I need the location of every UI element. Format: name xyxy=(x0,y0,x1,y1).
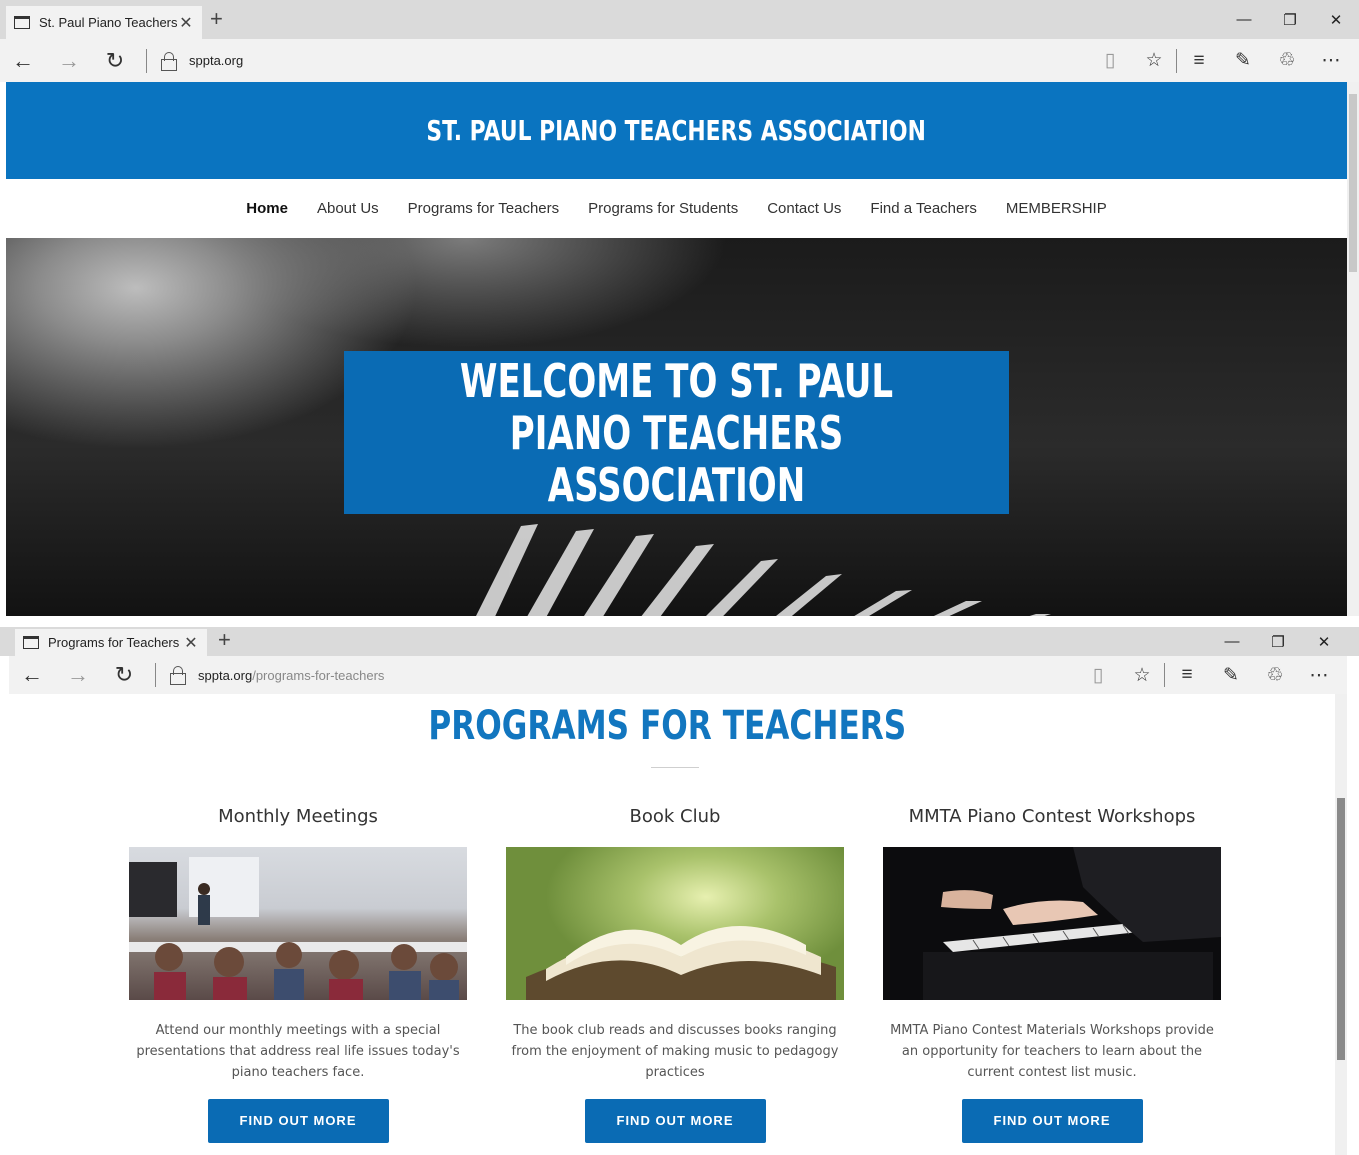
url-path: /programs-for-teachers xyxy=(252,667,385,683)
scrollbar-thumb[interactable] xyxy=(1337,798,1345,1060)
welcome-banner: WELCOME TO ST. PAUL PIANO TEACHERS ASSOC… xyxy=(344,351,1009,514)
close-window-icon[interactable]: ✕ xyxy=(1301,627,1347,656)
browser-tab[interactable]: St. Paul Piano Teachers , ✕ xyxy=(6,6,202,39)
more-icon[interactable]: ⋯ xyxy=(1297,664,1341,687)
nav-item-membership[interactable]: MEMBERSHIP xyxy=(1006,200,1107,217)
meeting-photo xyxy=(129,847,467,1000)
card-description: Attend our monthly meetings with a speci… xyxy=(136,1023,460,1080)
card-title: MMTA Piano Contest Workshops xyxy=(908,806,1196,827)
close-window-icon[interactable]: ✕ xyxy=(1313,0,1359,39)
scrollbar[interactable] xyxy=(1347,82,1359,616)
site-header: ST. PAUL PIANO TEACHERS ASSOCIATION xyxy=(6,82,1347,179)
card-title: Book Club xyxy=(629,806,721,827)
hub-icon[interactable]: ≡ xyxy=(1177,50,1221,72)
piano-hands-illustration xyxy=(923,847,1221,1000)
meeting-illustration xyxy=(129,857,467,1000)
program-card: Monthly Meetings Attend our monthly meet… xyxy=(129,804,467,1143)
tab-title: Programs for Teachers | xyxy=(48,635,183,650)
lock-icon xyxy=(161,51,177,71)
piano-hands-photo xyxy=(883,847,1221,1000)
minimize-icon[interactable]: — xyxy=(1209,627,1255,656)
share-icon[interactable]: ♲ xyxy=(1253,664,1297,687)
programs-page: PROGRAMS FOR TEACHERS Monthly Meetings A… xyxy=(0,694,1335,1155)
restore-icon[interactable]: ❐ xyxy=(1267,0,1313,39)
hero-title: WELCOME TO ST. PAUL PIANO TEACHERS ASSOC… xyxy=(459,353,894,512)
nav-item-home[interactable]: Home xyxy=(246,200,288,217)
nav-item-programs-for-teachers[interactable]: Programs for Teachers xyxy=(408,200,559,217)
program-card: MMTA Piano Contest Workshops MMTA Piano … xyxy=(883,804,1221,1143)
url-field[interactable]: sppta.org/programs-for-teachers xyxy=(198,668,1076,683)
browser-tab[interactable]: Programs for Teachers | ✕ xyxy=(15,629,207,656)
forward-arrow-icon[interactable]: → xyxy=(46,48,92,74)
window-controls: — ❐ ✕ xyxy=(1209,627,1347,656)
reading-view-icon[interactable]: ▯ xyxy=(1088,49,1132,72)
hub-icon[interactable]: ≡ xyxy=(1165,664,1209,686)
toolbar: ▯ ☆ ≡ ✎ ♲ ⋯ xyxy=(1088,48,1353,73)
forward-arrow-icon[interactable]: → xyxy=(55,662,101,688)
url-field[interactable]: sppta.org xyxy=(189,53,1088,68)
main-navigation: Home About Us Programs for Teachers Prog… xyxy=(6,179,1347,238)
section-title: PROGRAMS FOR TEACHERS xyxy=(0,703,1335,749)
restore-icon[interactable]: ❐ xyxy=(1255,627,1301,656)
new-tab-icon[interactable]: + xyxy=(210,8,223,30)
url-domain: sppta.org xyxy=(189,53,244,68)
back-arrow-icon[interactable]: ← xyxy=(9,662,55,688)
star-icon[interactable]: ☆ xyxy=(1120,664,1164,687)
close-tab-icon[interactable]: ✕ xyxy=(183,633,199,653)
scrollbar[interactable] xyxy=(1335,694,1347,1155)
home-page: ST. PAUL PIANO TEACHERS ASSOCIATION Home… xyxy=(6,82,1347,616)
section-title-text: PROGRAMS FOR TEACHERS xyxy=(428,703,907,749)
find-out-more-button[interactable]: FIND OUT MORE xyxy=(961,1099,1143,1143)
lock-icon xyxy=(170,666,186,685)
site-title[interactable]: ST. PAUL PIANO TEACHERS ASSOCIATION xyxy=(427,114,926,147)
tab-bar: St. Paul Piano Teachers , ✕ + — ❐ ✕ xyxy=(0,0,1359,39)
separator xyxy=(155,663,156,687)
share-icon[interactable]: ♲ xyxy=(1265,49,1309,72)
nav-item-find-a-teacher[interactable]: Find a Teachers xyxy=(870,200,976,217)
book-photo xyxy=(506,847,844,1000)
hero-banner: WELCOME TO ST. PAUL PIANO TEACHERS ASSOC… xyxy=(6,238,1347,616)
tab-icon xyxy=(23,636,39,649)
toolbar: ▯ ☆ ≡ ✎ ♲ ⋯ xyxy=(1076,663,1341,687)
open-book-illustration xyxy=(526,926,836,1000)
window-controls: — ❐ ✕ xyxy=(1221,0,1359,39)
separator xyxy=(146,48,147,73)
refresh-icon[interactable]: ↻ xyxy=(101,662,147,688)
tab-bar: Programs for Teachers | ✕ + — ❐ ✕ xyxy=(0,627,1359,656)
nav-item-about-us[interactable]: About Us xyxy=(317,200,379,217)
close-tab-icon[interactable]: ✕ xyxy=(178,13,194,33)
address-bar: ← → ↻ sppta.org/programs-for-teachers ▯ … xyxy=(9,656,1347,694)
address-bar: ← → ↻ sppta.org ▯ ☆ ≡ ✎ ♲ ⋯ xyxy=(0,39,1359,82)
title-divider xyxy=(651,767,699,768)
piano-keys-image xyxy=(476,524,1051,616)
star-icon[interactable]: ☆ xyxy=(1132,49,1176,72)
url-domain: sppta.org xyxy=(198,667,253,683)
nav-item-contact-us[interactable]: Contact Us xyxy=(767,200,841,217)
tab-icon xyxy=(14,16,30,29)
refresh-icon[interactable]: ↻ xyxy=(92,48,138,74)
program-card: Book Club The book club reads and discus… xyxy=(506,804,844,1143)
card-description: MMTA Piano Contest Materials Workshops p… xyxy=(890,1023,1214,1080)
tab-title: St. Paul Piano Teachers , xyxy=(39,15,178,30)
scrollbar-thumb[interactable] xyxy=(1349,94,1357,272)
reading-view-icon[interactable]: ▯ xyxy=(1076,664,1120,687)
card-title: Monthly Meetings xyxy=(218,806,378,827)
new-tab-icon[interactable]: + xyxy=(218,629,231,651)
minimize-icon[interactable]: — xyxy=(1221,0,1267,39)
back-arrow-icon[interactable]: ← xyxy=(0,48,46,74)
pen-icon[interactable]: ✎ xyxy=(1209,664,1253,687)
nav-item-programs-for-students[interactable]: Programs for Students xyxy=(588,200,738,217)
more-icon[interactable]: ⋯ xyxy=(1309,49,1353,72)
card-description: The book club reads and discusses books … xyxy=(511,1023,839,1080)
find-out-more-button[interactable]: FIND OUT MORE xyxy=(207,1099,389,1143)
find-out-more-button[interactable]: FIND OUT MORE xyxy=(584,1099,766,1143)
pen-icon[interactable]: ✎ xyxy=(1221,49,1265,72)
